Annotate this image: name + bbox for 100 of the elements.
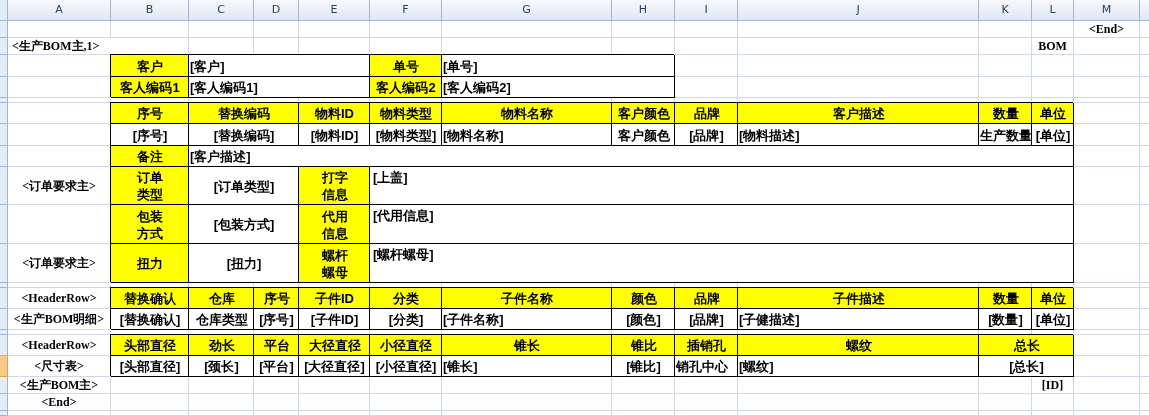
row-header[interactable] — [0, 335, 8, 356]
table-cell: [锥长] — [442, 356, 612, 377]
table-cell: [序号] — [111, 124, 189, 146]
table-cell: [颈长] — [189, 356, 254, 377]
table-cell: 销孔中心 — [675, 356, 738, 377]
table-cell: [总长] — [979, 356, 1074, 377]
table-cell: [物料描述] — [738, 124, 979, 146]
empty-cell — [979, 55, 1032, 77]
empty-cell — [1074, 77, 1140, 98]
empty-cell — [979, 21, 1032, 38]
table-cell: [包装方式] — [189, 205, 299, 244]
field-label: 分类 — [370, 288, 442, 309]
empty-cell — [299, 394, 370, 411]
empty-cell — [299, 21, 370, 38]
table-cell: [代用信息] — [370, 205, 1074, 244]
empty-cell — [254, 394, 299, 411]
table-cell: [客户] — [189, 55, 370, 77]
row-header[interactable] — [0, 77, 8, 98]
column-header[interactable]: J — [738, 0, 979, 21]
field-label: 单号 — [370, 55, 442, 77]
empty-cell — [370, 377, 442, 394]
table-cell: [颜色] — [612, 309, 675, 330]
table-cell: [子健描述] — [738, 309, 979, 330]
column-header[interactable]: L — [1032, 0, 1074, 21]
column-header[interactable]: F — [370, 0, 442, 21]
column-header[interactable]: C — [189, 0, 254, 21]
column-header[interactable]: H — [612, 0, 675, 21]
table-cell: [子件名称] — [442, 309, 612, 330]
table-cell: [子件ID] — [299, 309, 370, 330]
row-header[interactable] — [0, 377, 8, 394]
template-tag: <生产BOM主> — [8, 377, 111, 394]
table-cell: [订单类型] — [189, 167, 299, 205]
field-label: 小径直径 — [370, 335, 442, 356]
column-header[interactable]: M — [1074, 0, 1140, 21]
column-header[interactable]: K — [979, 0, 1032, 21]
row-header[interactable] — [0, 124, 8, 146]
empty-cell — [612, 394, 675, 411]
empty-cell — [1032, 394, 1074, 411]
column-header[interactable]: G — [442, 0, 612, 21]
empty-cell — [979, 77, 1032, 98]
empty-cell — [370, 21, 442, 38]
column-header[interactable]: D — [254, 0, 299, 21]
field-label: 锥长 — [442, 335, 612, 356]
column-header[interactable] — [1140, 0, 1149, 21]
column-header[interactable]: A — [8, 0, 111, 21]
row-header[interactable] — [0, 55, 8, 77]
row-header[interactable] — [0, 205, 8, 244]
column-header[interactable]: I — [675, 0, 738, 21]
table-cell: 仓库类型 — [189, 309, 254, 330]
row-header[interactable] — [0, 356, 8, 377]
column-header[interactable]: B — [111, 0, 189, 21]
field-label: 子件名称 — [442, 288, 612, 309]
table-cell: [分类] — [370, 309, 442, 330]
table-cell: [锥比] — [612, 356, 675, 377]
field-label: 单位 — [1032, 103, 1074, 124]
row-header[interactable] — [0, 394, 8, 411]
table-cell: [物料ID] — [299, 124, 370, 146]
empty-cell — [612, 377, 675, 394]
empty-cell — [1032, 21, 1074, 38]
template-tag: <End> — [1074, 21, 1140, 38]
table-cell: [大径直径] — [299, 356, 370, 377]
table-cell: [头部直径] — [111, 356, 189, 377]
table-cell: [数量] — [979, 309, 1032, 330]
empty-cell — [675, 21, 738, 38]
table-cell: [单号] — [442, 55, 675, 77]
table-cell: [替换确认] — [111, 309, 189, 330]
row-header[interactable] — [0, 411, 8, 416]
row-header[interactable] — [0, 244, 8, 283]
row-header[interactable] — [0, 21, 8, 38]
row-header[interactable] — [0, 288, 8, 309]
row-header[interactable] — [0, 309, 8, 330]
empty-cell — [979, 394, 1032, 411]
field-label: 替换编码 — [189, 103, 299, 124]
row-header[interactable] — [0, 167, 8, 205]
field-label: 客人编码1 — [111, 77, 189, 98]
field-label: 物料名称 — [442, 103, 612, 124]
empty-cell — [370, 394, 442, 411]
field-label: 替换确认 — [111, 288, 189, 309]
row-header[interactable] — [0, 103, 8, 124]
row-header[interactable] — [0, 38, 8, 55]
field-label: 客户 — [111, 55, 189, 77]
table-cell: [客人编码1] — [189, 77, 370, 98]
empty-cell — [1032, 77, 1074, 98]
table-cell: [单位] — [1032, 309, 1074, 330]
field-label: 包装方式 — [111, 205, 189, 244]
row-header[interactable] — [0, 98, 8, 103]
empty-cell — [1074, 38, 1140, 55]
field-label: 螺杆螺母 — [299, 244, 370, 283]
table-cell: [品牌] — [675, 309, 738, 330]
select-all-corner[interactable] — [0, 0, 8, 21]
row-header[interactable] — [0, 330, 8, 335]
table-cell: [客人编码2] — [442, 77, 675, 98]
field-label: 备注 — [111, 146, 189, 167]
row-header[interactable] — [0, 283, 8, 288]
column-header[interactable]: E — [299, 0, 370, 21]
field-label: 总长 — [979, 335, 1074, 356]
field-label: 单位 — [1032, 288, 1074, 309]
row-header[interactable] — [0, 146, 8, 167]
field-label: 扭力 — [111, 244, 189, 283]
empty-cell — [189, 21, 254, 38]
